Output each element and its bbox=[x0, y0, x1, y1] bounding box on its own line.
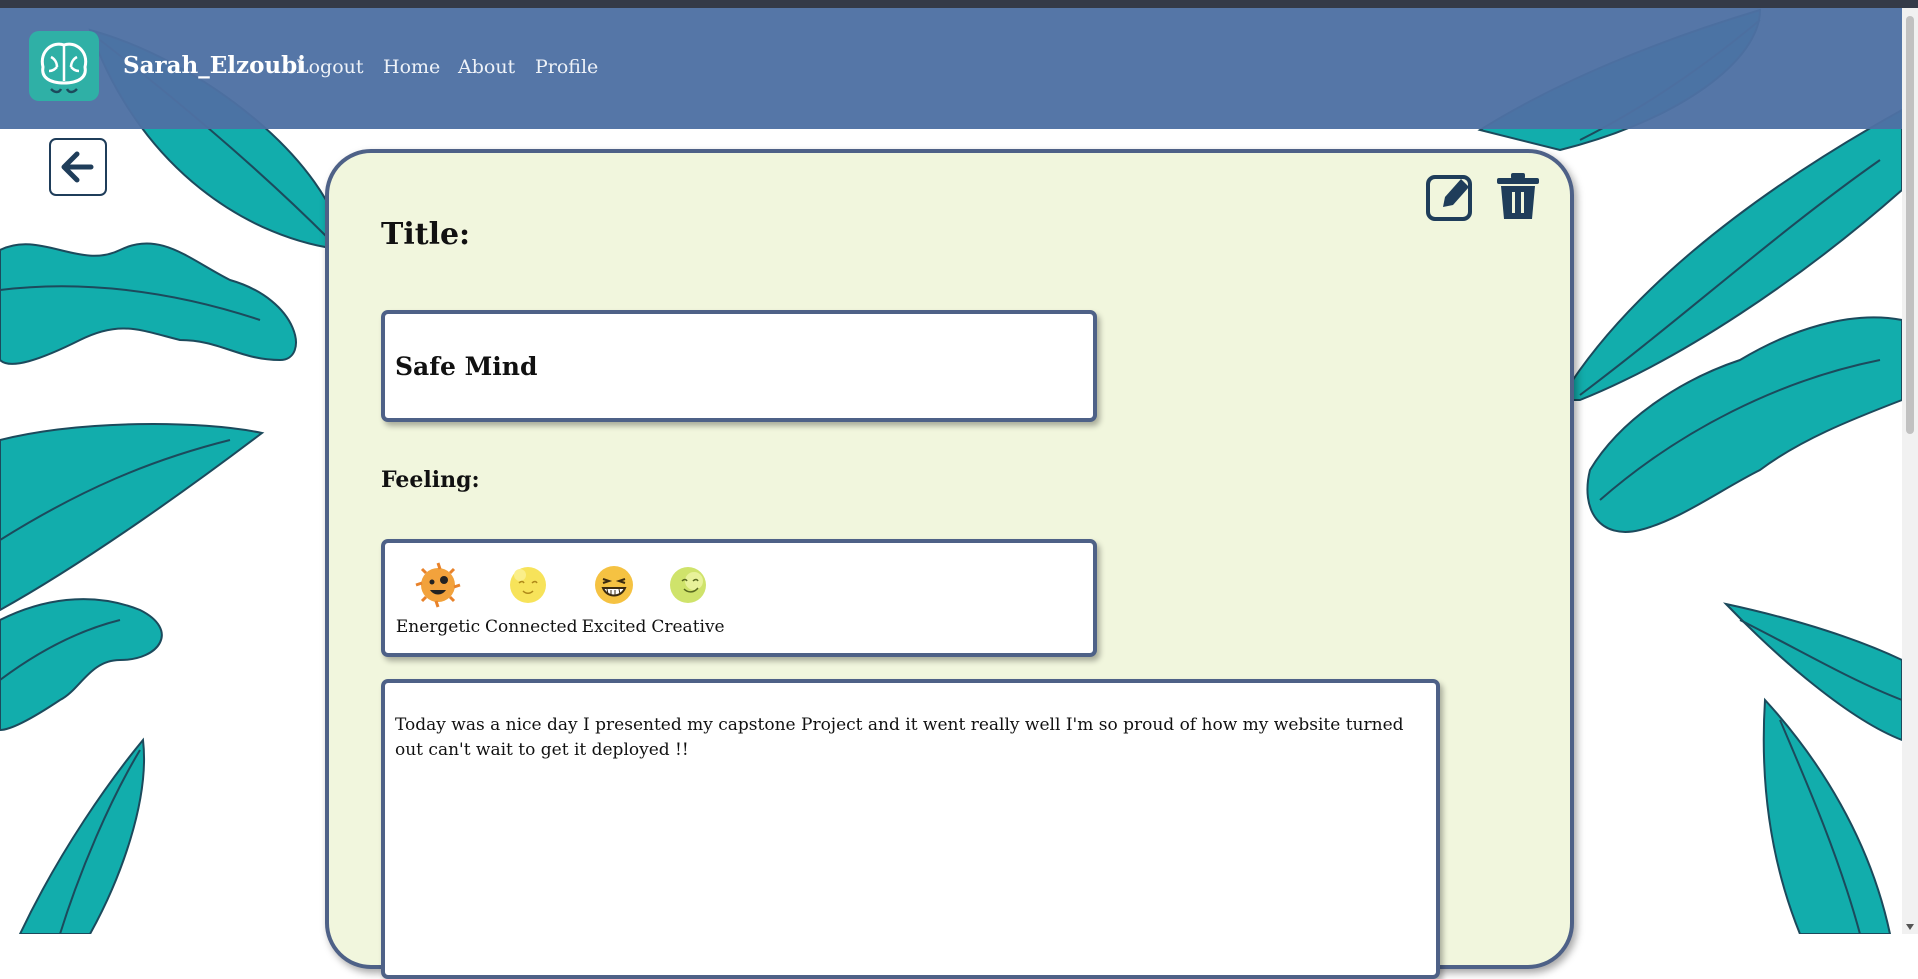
page-scrollbar[interactable] bbox=[1902, 8, 1918, 934]
feeling-creative-label: Creative bbox=[651, 617, 725, 637]
delete-button[interactable] bbox=[1495, 171, 1541, 225]
excited-face-icon bbox=[595, 566, 633, 604]
entry-text: Today was a nice day I presented my caps… bbox=[395, 715, 1404, 760]
scrollbar-thumb[interactable] bbox=[1906, 16, 1914, 434]
nav-home[interactable]: Home bbox=[383, 56, 440, 78]
feeling-energetic[interactable]: Energetic bbox=[395, 561, 481, 637]
feeling-energetic-label: Energetic bbox=[395, 617, 481, 637]
scroll-down-arrow-icon[interactable] bbox=[1906, 924, 1914, 930]
feeling-connected-label: Connected bbox=[485, 617, 578, 637]
feeling-connected[interactable]: Connected bbox=[485, 561, 578, 637]
title-box: Safe Mind bbox=[381, 310, 1097, 422]
feelings-box: Energetic Connected Excited Creative bbox=[381, 539, 1097, 657]
edit-icon bbox=[1426, 175, 1472, 221]
brain-logo-icon[interactable] bbox=[29, 31, 99, 101]
journal-entry-card: Title: Safe Mind Feeling: Energetic Conn… bbox=[325, 149, 1574, 979]
energetic-face-icon bbox=[415, 562, 461, 608]
username-brand[interactable]: Sarah_Elzoubi bbox=[123, 52, 306, 79]
nav-about[interactable]: About bbox=[458, 56, 515, 78]
trash-icon bbox=[1497, 173, 1539, 219]
edit-button[interactable] bbox=[1425, 169, 1475, 227]
nav-profile[interactable]: Profile bbox=[535, 56, 598, 78]
feeling-creative[interactable]: Creative bbox=[645, 561, 731, 637]
feeling-label: Feeling: bbox=[381, 467, 480, 493]
title-value: Safe Mind bbox=[395, 352, 538, 381]
back-button[interactable] bbox=[49, 138, 107, 196]
top-navbar: Sarah_Elzoubi Logout Home About Profile bbox=[0, 8, 1902, 129]
arrow-left-icon bbox=[61, 151, 94, 183]
title-label: Title: bbox=[381, 217, 471, 252]
creative-face-icon bbox=[670, 567, 706, 603]
entry-text-box[interactable]: Today was a nice day I presented my caps… bbox=[381, 679, 1440, 979]
connected-face-icon bbox=[510, 567, 546, 603]
nav-logout[interactable]: Logout bbox=[296, 56, 364, 78]
